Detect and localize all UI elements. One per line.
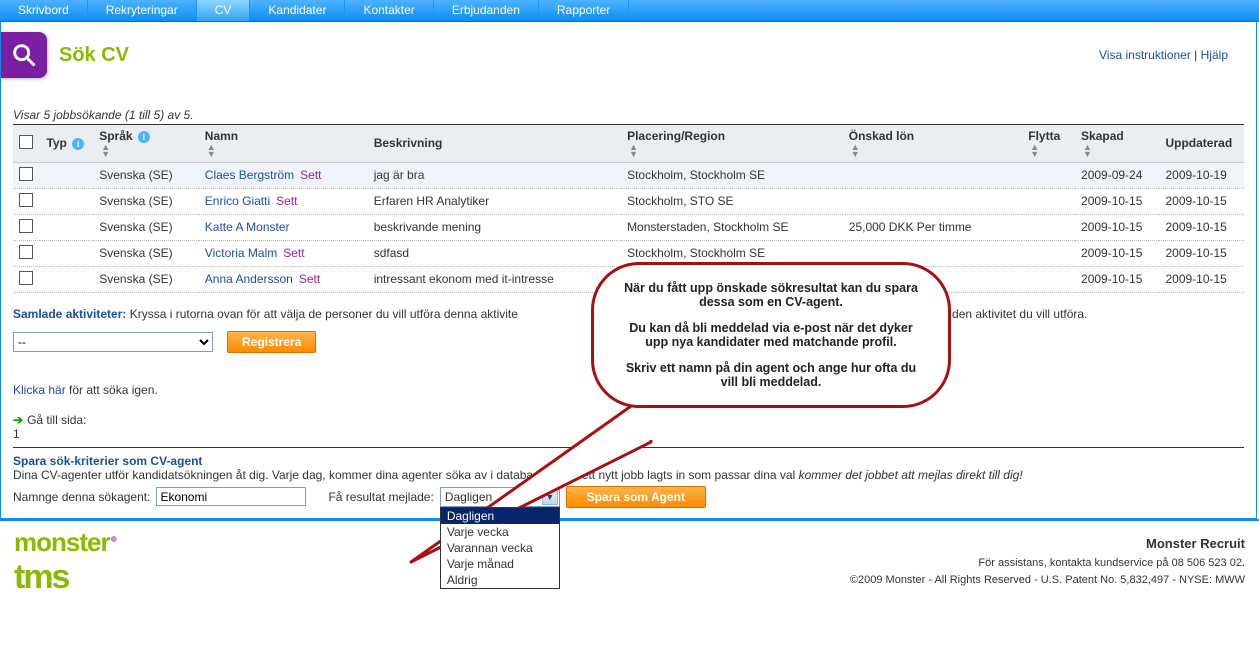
arrow-right-icon: ➔ — [13, 413, 23, 427]
main-nav: SkrivbordRekryteringarCVKandidaterKontak… — [0, 0, 1259, 22]
cell-lon — [843, 188, 1022, 214]
freq-option[interactable]: Aldrig — [441, 572, 559, 588]
freq-option[interactable]: Varje vecka — [441, 524, 559, 540]
candidate-link[interactable]: Victoria Malm — [205, 246, 277, 260]
candidate-link[interactable]: Claes Bergström — [205, 168, 294, 182]
page-title: Sök CV — [59, 44, 129, 67]
row-checkbox[interactable] — [19, 219, 33, 233]
agent-section-header: Spara sök-kriterier som CV-agent — [13, 454, 1244, 468]
pagination: ➔Gå till sida: 1 — [13, 413, 1244, 441]
cell-beskrivning: sdfasd — [368, 240, 621, 266]
nav-tab-kandidater[interactable]: Kandidater — [250, 0, 345, 21]
freq-option[interactable]: Varje månad — [441, 556, 559, 572]
row-checkbox[interactable] — [19, 193, 33, 207]
search-icon — [1, 32, 47, 78]
col-typ[interactable]: Typ i — [40, 125, 93, 162]
agent-name-input[interactable] — [156, 487, 306, 506]
seen-badge: Sett — [299, 272, 320, 286]
freq-option[interactable]: Dagligen — [441, 508, 559, 524]
footer-copyright: ©2009 Monster - All Rights Reserved - U.… — [850, 572, 1245, 590]
footer: monster● tms Monster Recruit För assista… — [0, 519, 1259, 603]
page-container: Sök CV Visa instruktioner | Hjälp Visar … — [0, 22, 1257, 519]
register-button[interactable]: Registrera — [227, 331, 316, 353]
cell-sprak: Svenska (SE) — [93, 240, 199, 266]
candidate-link[interactable]: Katte A Monster — [205, 220, 290, 234]
seen-badge: Sett — [276, 194, 297, 208]
search-again-link[interactable]: Klicka här — [13, 383, 66, 397]
cell-skapad: 2009-10-15 — [1075, 266, 1159, 292]
col-skapad[interactable]: Skapad▲▼ — [1075, 125, 1159, 162]
cell-uppdaterad: 2009-10-19 — [1159, 162, 1244, 188]
col-sprak[interactable]: Språk i▲▼ — [93, 125, 199, 162]
footer-brand: monster● tms — [14, 527, 117, 597]
cell-beskrivning: Erfaren HR Analytiker — [368, 188, 621, 214]
col-lon[interactable]: Önskad lön▲▼ — [843, 125, 1022, 162]
col-flytta[interactable]: Flytta▲▼ — [1022, 125, 1075, 162]
cell-uppdaterad: 2009-10-15 — [1159, 240, 1244, 266]
help-links: Visa instruktioner | Hjälp — [1099, 48, 1228, 62]
cell-lon: 25,000 DKK Per timme — [843, 214, 1022, 240]
nav-tab-erbjudanden[interactable]: Erbjudanden — [434, 0, 539, 21]
cell-lon — [843, 162, 1022, 188]
seen-badge: Sett — [300, 168, 321, 182]
cell-sprak: Svenska (SE) — [93, 266, 199, 292]
title-bar: Sök CV Visa instruktioner | Hjälp — [1, 22, 1256, 108]
footer-product: Monster Recruit — [850, 534, 1245, 555]
cell-sprak: Svenska (SE) — [93, 162, 199, 188]
save-agent-button[interactable]: Spara som Agent — [566, 486, 706, 508]
cell-skapad: 2009-10-15 — [1075, 214, 1159, 240]
cell-skapad: 2009-10-15 — [1075, 240, 1159, 266]
row-checkbox[interactable] — [19, 245, 33, 259]
select-all-checkbox[interactable] — [19, 135, 33, 149]
agent-description: Dina CV-agenter utför kandidatsökningen … — [13, 468, 1244, 482]
page-number[interactable]: 1 — [13, 427, 20, 441]
seen-badge: Sett — [283, 246, 304, 260]
separator — [13, 447, 1244, 448]
cell-skapad: 2009-09-24 — [1075, 162, 1159, 188]
show-instructions-link[interactable]: Visa instruktioner — [1099, 48, 1191, 62]
nav-tab-cv[interactable]: CV — [197, 0, 251, 21]
col-placering[interactable]: Placering/Region▲▼ — [621, 125, 843, 162]
table-row: Svenska (SE) Enrico Giatti Sett Erfaren HR … — [13, 188, 1244, 214]
nav-tab-skrivbord[interactable]: Skrivbord — [0, 0, 88, 21]
help-callout: När du fått upp önskade sökresultat kan … — [591, 262, 951, 408]
cell-placering: Stockholm, Stockholm SE — [621, 162, 843, 188]
cell-beskrivning: beskrivande mening — [368, 214, 621, 240]
cell-placering: Stockholm, STO SE — [621, 188, 843, 214]
agent-freq-label: Få resultat mejlade: — [328, 490, 433, 504]
info-icon[interactable]: i — [138, 131, 150, 143]
cell-placering: Monsterstaden, Stockholm SE — [621, 214, 843, 240]
cell-beskrivning: jag är bra — [368, 162, 621, 188]
nav-tab-kontakter[interactable]: Kontakter — [345, 0, 433, 21]
cell-uppdaterad: 2009-10-15 — [1159, 188, 1244, 214]
cell-uppdaterad: 2009-10-15 — [1159, 214, 1244, 240]
candidate-link[interactable]: Anna Andersson — [205, 272, 293, 286]
freq-option[interactable]: Varannan vecka — [441, 540, 559, 556]
cell-uppdaterad: 2009-10-15 — [1159, 266, 1244, 292]
footer-assist: För assistans, kontakta kundservice på 0… — [850, 555, 1245, 573]
row-checkbox[interactable] — [19, 167, 33, 181]
col-namn[interactable]: Namn▲▼ — [199, 125, 368, 162]
nav-tab-rapporter[interactable]: Rapporter — [539, 0, 629, 21]
table-row: Svenska (SE) Claes Bergström Sett jag är br… — [13, 162, 1244, 188]
bulk-activity-select[interactable]: -- — [13, 332, 213, 352]
agent-name-label: Namnge denna sökagent: — [13, 490, 150, 504]
chevron-down-icon: ▼ — [542, 489, 558, 505]
info-icon[interactable]: i — [72, 138, 84, 150]
col-uppdaterad[interactable]: Uppdaterad — [1159, 125, 1244, 162]
bulk-label: Samlade aktiviteter: — [13, 307, 126, 321]
cell-beskrivning: intressant ekonom med it-intresse — [368, 266, 621, 292]
agent-frequency-options: DagligenVarje veckaVarannan veckaVarje m… — [440, 507, 560, 589]
row-checkbox[interactable] — [19, 271, 33, 285]
candidate-link[interactable]: Enrico Giatti — [205, 194, 270, 208]
agent-frequency-select[interactable]: Dagligen▼ — [440, 487, 560, 507]
cell-skapad: 2009-10-15 — [1075, 188, 1159, 214]
help-link[interactable]: Hjälp — [1201, 48, 1228, 62]
cell-sprak: Svenska (SE) — [93, 214, 199, 240]
cell-sprak: Svenska (SE) — [93, 188, 199, 214]
nav-tab-rekryteringar[interactable]: Rekryteringar — [88, 0, 197, 21]
table-row: Svenska (SE) Katte A Monster beskrivande m… — [13, 214, 1244, 240]
col-beskrivning[interactable]: Beskrivning — [368, 125, 621, 162]
result-count: Visar 5 jobbsökande (1 till 5) av 5. — [13, 108, 1244, 125]
